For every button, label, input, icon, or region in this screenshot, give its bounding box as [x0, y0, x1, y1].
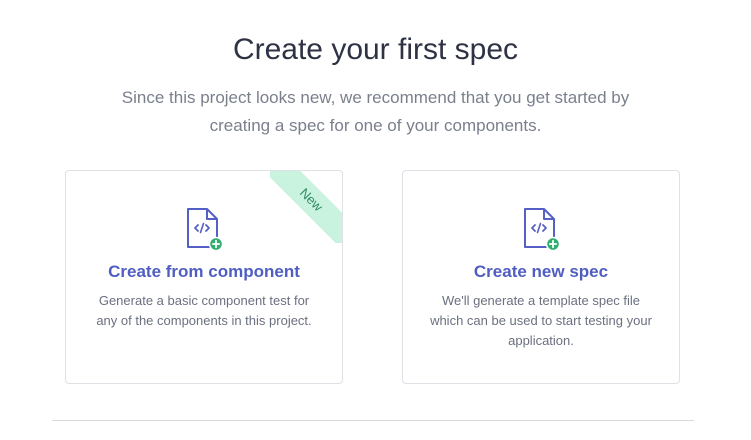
card-title: Create new spec [473, 262, 609, 281]
card-description: Generate a basic component test for any … [96, 293, 312, 328]
file-code-plus-icon [187, 208, 223, 251]
create-spec-page: Create your first spec Since this projec… [0, 0, 751, 440]
page-subtitle: Since this project looks new, we recomme… [121, 88, 630, 135]
create-new-spec-card[interactable]: Create new spec We'll generate a templat… [402, 170, 680, 384]
card-title: Create from component [108, 262, 300, 281]
page-title: Create your first spec [232, 33, 519, 66]
section-divider [52, 420, 694, 421]
create-from-component-card[interactable]: New Create from component Generate a bas… [65, 170, 343, 384]
new-badge: New [270, 171, 342, 243]
file-code-plus-icon [524, 208, 560, 251]
new-badge-ribbon: New [270, 171, 342, 243]
card-description: We'll generate a template spec file whic… [430, 293, 652, 348]
